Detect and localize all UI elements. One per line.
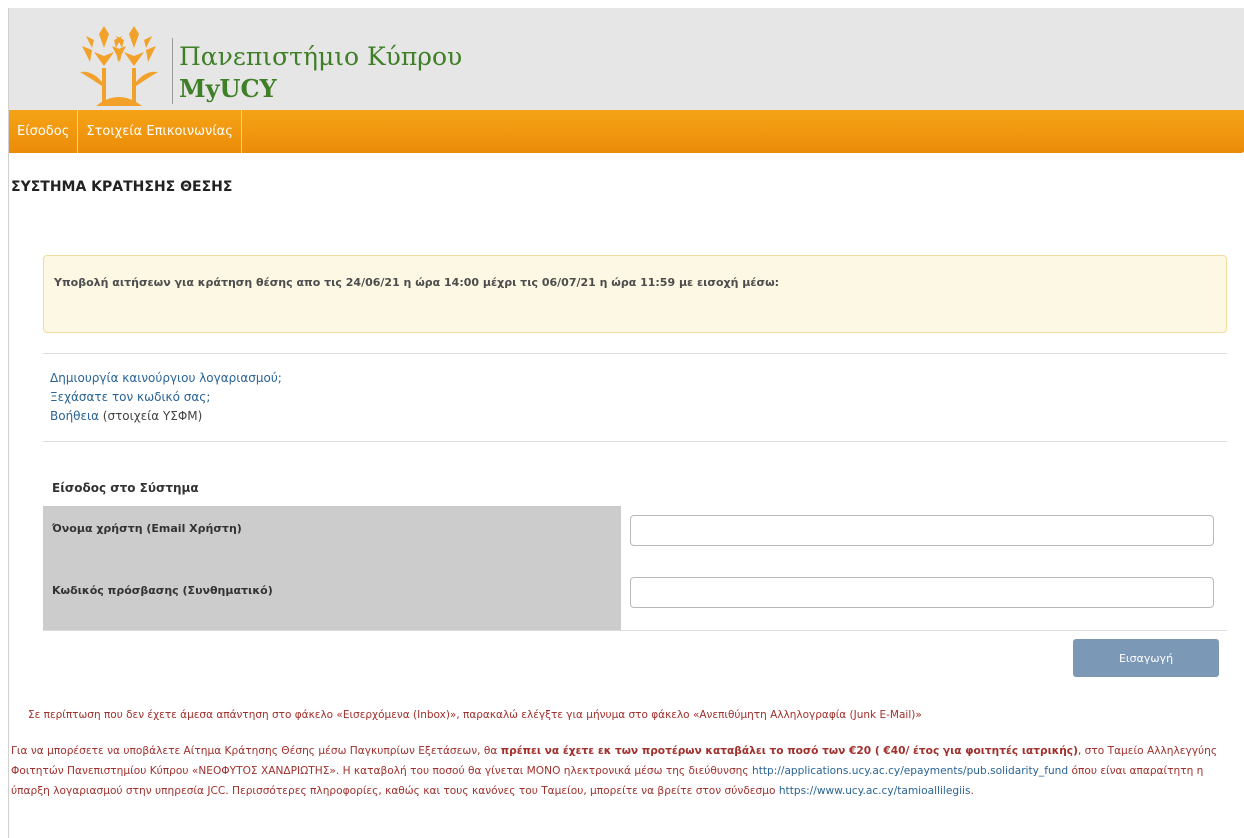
- username-input[interactable]: [630, 515, 1214, 546]
- username-field-cell: [621, 506, 1227, 568]
- brand-subtitle: MyUCY: [179, 74, 277, 103]
- info-text-1: Για να μπορέσετε να υποβάλετε Αίτημα Κρά…: [11, 745, 501, 757]
- create-account-link[interactable]: Δημιουργία καινούργιου λογαριασμού;: [50, 371, 282, 385]
- username-label-cell: Όνομα χρήστη (Email Χρήστη): [43, 506, 621, 568]
- page: Πανεπιστήμιο Κύπρου MyUCY Είσοδος Στοιχε…: [8, 8, 1244, 838]
- rules-link[interactable]: https://www.ucy.ac.cy/tamioallilegiis: [779, 785, 971, 797]
- divider: [43, 353, 1227, 354]
- notice-text: Υποβολή αιτήσεων για κράτηση θέσης απο τ…: [54, 276, 780, 289]
- login-form: Όνομα χρήστη (Email Χρήστη) Κωδικός πρόσ…: [43, 506, 1227, 630]
- username-label: Όνομα χρήστη (Email Χρήστη): [52, 522, 242, 535]
- password-field-cell: [621, 568, 1227, 630]
- submit-button[interactable]: Εισαγωγή: [1073, 639, 1219, 677]
- junk-mail-notice: Σε περίπτωση που δεν έχετε άμεσα απάντησ…: [28, 709, 922, 721]
- password-row: Κωδικός πρόσβασης (Συνθηματικό): [43, 568, 1227, 630]
- username-row: Όνομα χρήστη (Email Χρήστη): [43, 506, 1227, 569]
- forgot-password-link[interactable]: Ξεχάσατε τον κωδικό σας;: [50, 390, 210, 404]
- password-label: Κωδικός πρόσβασης (Συνθηματικό): [52, 584, 273, 597]
- notice-box: Υποβολή αιτήσεων για κράτηση θέσης απο τ…: [43, 255, 1227, 333]
- nav-item-login[interactable]: Είσοδος: [9, 110, 79, 153]
- info-bold: πρέπει να έχετε εκ των προτέρων καταβάλε…: [500, 745, 1078, 757]
- payment-link[interactable]: http://applications.ucy.ac.cy/epayments/…: [752, 765, 1068, 777]
- password-input[interactable]: [630, 577, 1214, 608]
- divider: [43, 630, 1227, 631]
- nav-item-contact[interactable]: Στοιχεία Επικοινωνίας: [78, 110, 242, 153]
- account-links: Δημιουργία καινούργιου λογαριασμού; Ξεχά…: [50, 369, 282, 426]
- logo-divider: [172, 38, 173, 104]
- page-title: ΣΥΣΤΗΜΑ ΚΡΑΤΗΣΗΣ ΘΕΣΗΣ: [11, 179, 233, 195]
- password-label-cell: Κωδικός πρόσβασης (Συνθηματικό): [43, 568, 621, 630]
- site-header: Πανεπιστήμιο Κύπρου MyUCY: [9, 8, 1244, 110]
- info-text-end: .: [970, 785, 974, 797]
- brand-title: Πανεπιστήμιο Κύπρου: [179, 42, 463, 71]
- divider: [43, 441, 1227, 442]
- login-section-title: Είσοδος στο Σύστημα: [52, 481, 199, 495]
- help-link[interactable]: Βοήθεια: [50, 409, 99, 423]
- main-nav: Είσοδος Στοιχεία Επικοινωνίας: [9, 110, 1244, 153]
- ucy-logo-icon: [80, 26, 158, 106]
- payment-info: Για να μπορέσετε να υποβάλετε Αίτημα Κρά…: [11, 741, 1241, 801]
- help-suffix: (στοιχεία ΥΣΦΜ): [98, 409, 203, 423]
